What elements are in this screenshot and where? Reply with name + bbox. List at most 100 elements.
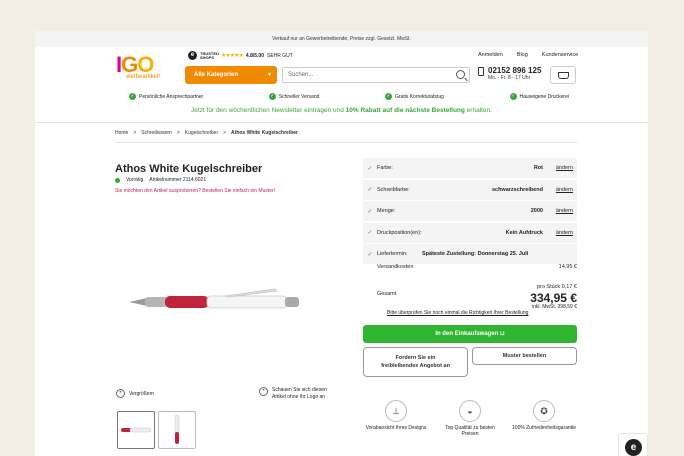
check-icon: ✓: [129, 93, 136, 100]
feature-item: ◒ Top Qualität zu besten Preisen: [437, 400, 503, 437]
categories-label: Alle Kategorien: [194, 72, 239, 78]
contact-phone[interactable]: 02152 896 125 Mo. - Fr. 8 - 17 Uhr: [478, 66, 541, 81]
stamp-icon: ⊥: [385, 400, 407, 422]
newsletter-banner[interactable]: Jetzt für den wöchentlichen Newsletter e…: [35, 107, 648, 114]
option-label: Farbe:: [377, 165, 393, 171]
rating-value: 4.8/5.00: [245, 52, 264, 59]
opening-hours: Mo. - Fr. 8 - 17 Uhr: [488, 75, 531, 81]
logo-preview-toggle[interactable]: • Schauen Sie sich diesen Artikel ohne I…: [259, 387, 339, 401]
total-label: Gesamt: [377, 291, 397, 297]
add-to-cart-button[interactable]: In den Einkaufswagen ⊔: [363, 325, 577, 343]
check-icon: ✓: [367, 165, 373, 172]
option-row-delivery: ✓ Liefertermin: Späteste Zustellung: Don…: [363, 244, 577, 264]
page: Verkauf nur an Gewerbetreibende, Preise …: [35, 31, 648, 456]
trusted-shops-icon: e: [188, 51, 197, 60]
award-icon: ✪: [533, 400, 555, 422]
option-row-color[interactable]: ✓ Farbe: Rot ändern: [363, 158, 577, 178]
thumbnail[interactable]: [117, 411, 155, 449]
edit-link[interactable]: ändern: [556, 230, 573, 236]
cart-button[interactable]: [550, 66, 576, 84]
option-row-quantity[interactable]: ✓ Menge: 2000 ändern: [363, 201, 577, 221]
usp-item: ✓ Gratis Korrekturabzug: [385, 93, 444, 100]
piggy-bank-icon: ◒: [459, 400, 481, 422]
in-stock-icon: [115, 177, 120, 183]
breadcrumb-kugelschreiber[interactable]: Kugelschreiber: [185, 130, 218, 136]
check-icon: ✓: [367, 230, 373, 236]
logo-preview-label: Schauen Sie sich diesen Artikel ohne Ihr…: [272, 387, 327, 400]
check-icon: ✓: [367, 187, 373, 193]
usp-label: Persönliche Ansprechpartner: [139, 93, 204, 100]
option-value: Kein Aufdruck: [505, 229, 543, 236]
edit-link[interactable]: ändern: [556, 187, 573, 193]
thumbnail-pen-horizontal: [121, 427, 152, 433]
add-to-cart-label: In den Einkaufswagen: [435, 331, 499, 337]
option-value: schwarzschreibend: [491, 186, 543, 193]
option-label: Menge:: [377, 208, 396, 214]
usp-label: Hauseigene Druckerei: [519, 93, 569, 100]
check-icon: ✓: [367, 251, 373, 258]
divider: [35, 122, 648, 123]
breadcrumb: Home > Schreibwaren > Kugelschreiber > Atho…: [115, 130, 298, 136]
top-links: Anmelden Blog Kundenservice: [478, 52, 578, 58]
logo-text: IGO: [116, 52, 154, 77]
logo[interactable]: IGO werbeartikel!: [116, 52, 160, 81]
cart-icon: ⊔: [500, 331, 505, 337]
option-row-ink[interactable]: ✓ Schreibfarbe: schwarzschreibend ändern: [363, 179, 577, 200]
trusted-shops-label: TRUSTED SHOPS: [200, 50, 219, 60]
option-label: Liefertermin:: [377, 251, 408, 257]
order-sample-button[interactable]: Muster bestellen: [472, 347, 577, 365]
check-icon: ✓: [509, 93, 517, 100]
newsletter-text: Jetzt für den wöchentlichen Newsletter e…: [191, 107, 346, 114]
trusted-shops-rating[interactable]: e TRUSTED SHOPS ★★★★★ 4.8/5.00 SEHR GUT: [188, 51, 293, 60]
edit-link[interactable]: ändern: [556, 208, 573, 214]
usp-item: ✓ Schneller Versand: [268, 93, 320, 100]
usp-item: ✓ Persönliche Ansprechpartner: [129, 93, 203, 100]
divider: [115, 142, 577, 143]
zoom-icon: +: [116, 389, 125, 398]
usp-label: Gratis Korrekturabzug: [395, 93, 444, 100]
stock-info: Vorrätig Artikelnummer 2114.6021: [115, 177, 206, 183]
feature-item: ⊥ Vorabansicht Ihres Designs: [363, 400, 429, 437]
breadcrumb-home[interactable]: Home: [115, 130, 128, 136]
feature-label: Top Qualität zu besten Preisen: [445, 425, 495, 437]
feature-list: ⊥ Vorabansicht Ihres Designs ◒ Top Qualitä…: [363, 400, 577, 437]
breadcrumb-separator: >: [176, 130, 180, 136]
check-icon: ✓: [385, 93, 392, 100]
newsletter-text-end: erhalten.: [464, 107, 492, 114]
option-row-print[interactable]: ✓ Druckposition(en): Kein Aufdruck änder…: [363, 222, 577, 243]
thumbnail[interactable]: [158, 411, 196, 449]
edit-link[interactable]: ändern: [556, 165, 573, 171]
search-placeholder: Suchen...: [288, 72, 314, 78]
zoom-button[interactable]: + Vergrößern: [116, 389, 154, 398]
blog-link[interactable]: Blog: [517, 52, 528, 58]
request-offer-button[interactable]: Fordern Sie ein freibleibendes Angebot a…: [363, 347, 468, 377]
price-per-piece: pro Stück 0,17 €: [536, 284, 577, 290]
phone-icon: [478, 67, 484, 76]
breadcrumb-separator: >: [223, 130, 227, 136]
shipping-row: Versandkosten 14,95 €: [377, 264, 577, 270]
product-image[interactable]: [125, 284, 305, 320]
option-list: ✓ Farbe: Rot ändern ✓ Schreibfarbe: schw…: [363, 158, 577, 266]
option-value: Rot: [533, 165, 543, 171]
shipping-value: 14,95 €: [558, 264, 577, 270]
all-categories-button[interactable]: Alle Kategorien ▾: [185, 66, 277, 84]
zoom-label: Vergrößern: [129, 390, 155, 397]
page-title: Athos White Kugelschreiber: [115, 163, 263, 175]
usp-label: Schneller Versand: [278, 93, 320, 100]
search-input[interactable]: Suchen...: [282, 67, 470, 83]
breadcrumb-schreibwaren[interactable]: Schreibwaren: [141, 130, 172, 136]
usp-bar: ✓ Persönliche Ansprechpartner ✓ Schneller …: [129, 93, 569, 100]
delivery-date: Späteste Zustellung: Donnerstag 25. Juli: [422, 251, 529, 257]
sample-hint-link[interactable]: Sie möchten den Artikel ausprobieren? Be…: [115, 188, 275, 194]
order-sample-label: Muster bestellen: [502, 353, 547, 359]
article-number: Artikelnummer 2114.6021: [149, 177, 207, 183]
trusted-shops-icon: e: [625, 439, 642, 456]
trusted-shops-badge[interactable]: e: [618, 433, 648, 456]
search-icon[interactable]: [456, 70, 465, 79]
login-link[interactable]: Anmelden: [478, 52, 503, 58]
breadcrumb-current: Athos White Kugelschreiber: [231, 130, 298, 136]
check-order-link[interactable]: Bitte überprüfen Sie noch einmal die Ric…: [387, 310, 528, 316]
feature-item: ✪ 100% Zufriedenheitsgarantie: [511, 400, 577, 437]
feature-label: Vorabansicht Ihres Designs: [365, 425, 427, 431]
customer-service-link[interactable]: Kundenservice: [542, 52, 578, 58]
